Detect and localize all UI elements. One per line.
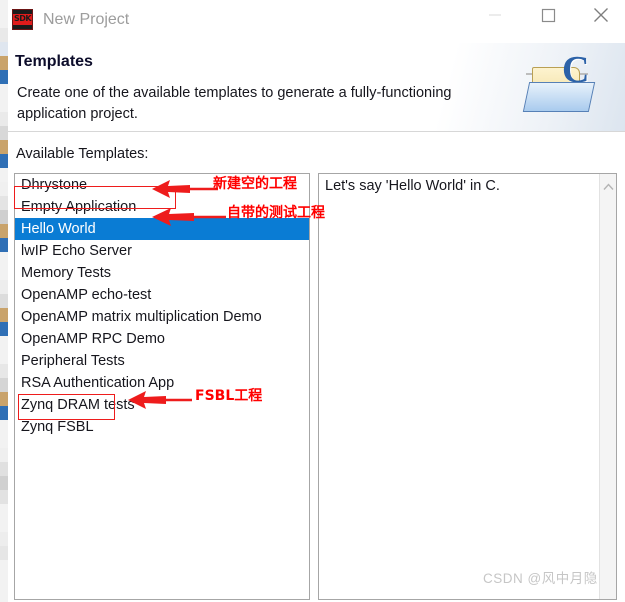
description-scrollbar[interactable] (599, 174, 616, 599)
new-project-dialog: SDK New Project Templates Create one of … (8, 0, 625, 600)
background-stripe (0, 210, 8, 224)
background-stripe (0, 532, 8, 546)
background-stripe (0, 0, 8, 14)
template-list-item[interactable]: Hello World (15, 218, 309, 240)
chevron-up-icon[interactable] (600, 178, 616, 196)
background-stripe (0, 126, 8, 140)
maximize-button[interactable] (525, 0, 571, 30)
background-stripe (0, 434, 8, 448)
page-title: Templates (15, 53, 93, 70)
maximize-icon (541, 8, 556, 23)
template-list-item[interactable]: lwIP Echo Server (15, 240, 309, 262)
background-stripe (0, 238, 8, 252)
template-list-item[interactable]: Zynq DRAM tests (15, 394, 309, 416)
background-stripe (0, 224, 8, 238)
background-stripe (0, 28, 8, 42)
minimize-icon (489, 14, 501, 16)
template-list[interactable]: Dhrystone Empty Application Hello World lwI… (14, 173, 310, 600)
background-stripe (0, 518, 8, 532)
background-stripe (0, 182, 8, 196)
template-list-item[interactable]: OpenAMP echo-test (15, 284, 309, 306)
background-stripe (0, 560, 8, 574)
background-stripe (0, 70, 8, 84)
title-bar: SDK New Project (8, 0, 625, 43)
available-templates-label: Available Templates: (16, 146, 149, 162)
background-stripe (0, 56, 8, 70)
background-stripe (0, 14, 8, 28)
background-stripe (0, 154, 8, 168)
dialog-header: Templates Create one of the available te… (8, 43, 625, 132)
template-description-text: Let's say 'Hello World' in C. (325, 178, 500, 194)
background-stripe (0, 420, 8, 434)
background-stripe (0, 546, 8, 560)
template-list-item[interactable]: Empty Application (15, 196, 309, 218)
template-list-item[interactable]: RSA Authentication App (15, 372, 309, 394)
sdk-icon-label: SDK (13, 14, 32, 23)
background-stripe (0, 462, 8, 476)
background-stripe (0, 378, 8, 392)
background-stripe (0, 308, 8, 322)
background-stripe (0, 504, 8, 518)
sdk-icon: SDK (12, 9, 33, 30)
background-stripe (0, 280, 8, 294)
background-stripe (0, 588, 8, 602)
template-description-panel: Let's say 'Hello World' in C. (318, 173, 617, 600)
close-icon (594, 8, 608, 22)
template-list-item[interactable]: Memory Tests (15, 262, 309, 284)
minimize-button[interactable] (472, 0, 518, 30)
template-list-item[interactable]: Zynq FSBL (15, 416, 309, 438)
background-stripe (0, 448, 8, 462)
template-list-item[interactable]: Peripheral Tests (15, 350, 309, 372)
template-list-item[interactable]: OpenAMP matrix multiplication Demo (15, 306, 309, 328)
background-stripe (0, 364, 8, 378)
background-stripe (0, 252, 8, 266)
template-list-item[interactable]: Dhrystone (15, 174, 309, 196)
page-description: Create one of the available templates to… (17, 85, 452, 122)
background-stripe (0, 84, 8, 98)
dialog-content: Available Templates: Dhrystone Empty Appl… (8, 132, 625, 600)
background-stripe (0, 336, 8, 350)
background-stripe (0, 196, 8, 210)
close-button[interactable] (578, 0, 624, 30)
background-stripe (0, 294, 8, 308)
background-stripe (0, 322, 8, 336)
folder-front (522, 82, 596, 112)
background-stripe (0, 406, 8, 420)
background-stripe (0, 112, 8, 126)
template-list-item[interactable]: OpenAMP RPC Demo (15, 328, 309, 350)
csdn-watermark: CSDN @风中月隐 (483, 571, 598, 586)
background-stripe (0, 168, 8, 182)
window-title: New Project (43, 11, 130, 28)
background-stripe (0, 98, 8, 112)
c-project-folder-icon: C (522, 51, 600, 117)
background-stripe (0, 574, 8, 588)
background-stripe (0, 350, 8, 364)
background-stripe (0, 392, 8, 406)
background-stripe (0, 490, 8, 504)
background-stripe (0, 42, 8, 56)
background-stripe (0, 140, 8, 154)
background-stripe (0, 476, 8, 490)
background-stripe (0, 266, 8, 280)
